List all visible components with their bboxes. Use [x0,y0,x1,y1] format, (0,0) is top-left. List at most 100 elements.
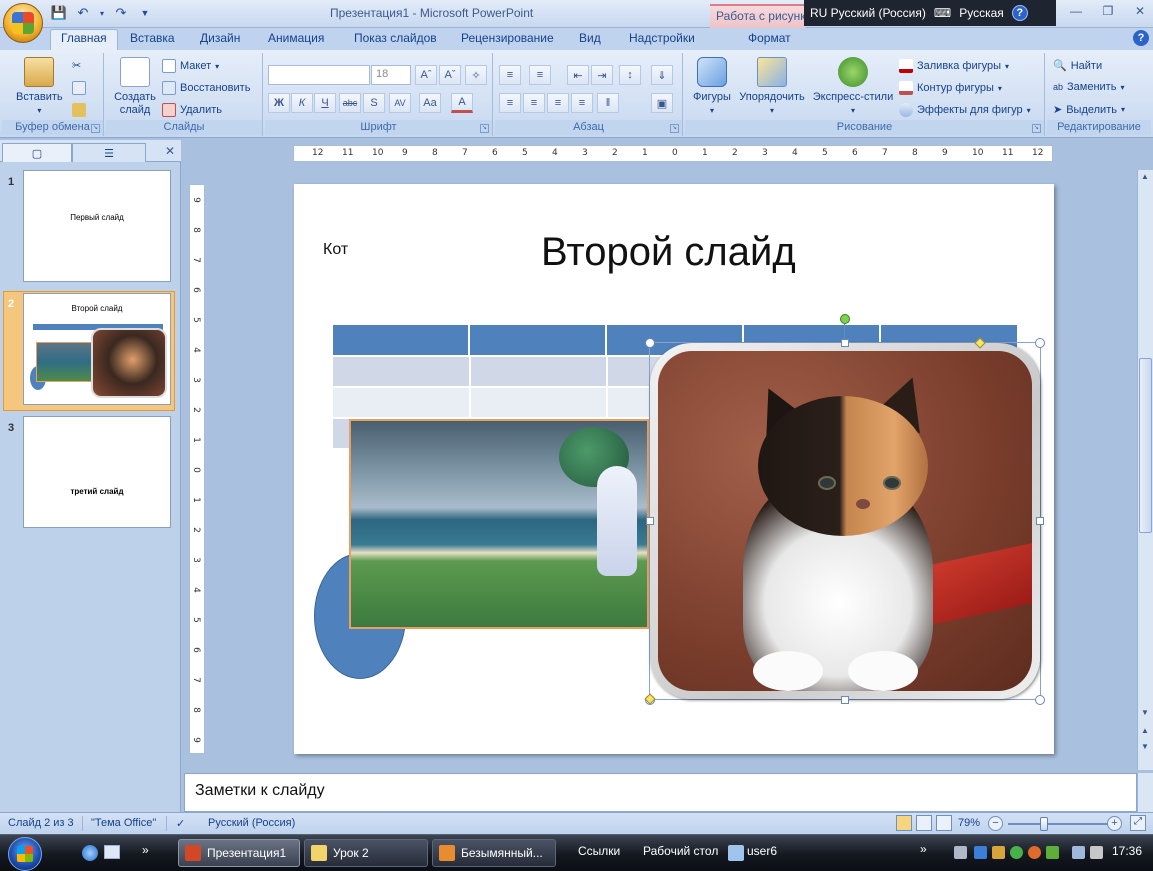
minimize-icon[interactable]: — [1067,2,1085,20]
dialog-launcher-icon[interactable]: ↘ [670,124,679,133]
tab-format[interactable]: Формат [748,31,791,50]
browser-quicklaunch-icon[interactable] [82,845,98,861]
align-center-button[interactable]: ≡ [523,93,545,113]
more-icon[interactable]: » [920,842,927,856]
shadow-button[interactable]: S [363,93,385,113]
strikethrough-button[interactable]: abc [339,93,361,113]
new-slide-button[interactable]: Создать слайд [110,57,160,117]
tab-review[interactable]: Рецензирование [461,31,554,50]
scrollbar-thumb[interactable] [1139,358,1152,533]
taskbar-button-powerpoint[interactable]: Презентация1 [178,839,300,867]
underline-button[interactable]: Ч [314,93,336,113]
find-button[interactable]: 🔍 Найти [1053,59,1102,73]
notes-pane[interactable]: Заметки к слайду [184,773,1137,812]
line-spacing-button[interactable]: ↕ [619,65,641,85]
office-button[interactable] [3,3,43,43]
resize-handle-left[interactable] [646,517,654,525]
change-case-button[interactable]: Aa [419,93,441,113]
increase-indent-button[interactable]: ⇥ [591,65,613,85]
tab-view[interactable]: Вид [579,31,601,50]
show-desktop-icon[interactable] [104,845,120,859]
slideshow-view-icon[interactable] [936,815,952,831]
format-painter-button[interactable] [72,103,86,117]
tray-icon[interactable] [1028,846,1041,859]
volume-icon[interactable] [992,846,1005,859]
dropdown-arrow-icon[interactable]: ▾ [98,5,106,21]
kitten-picture[interactable] [650,343,1040,699]
tab-insert[interactable]: Вставка [130,31,175,50]
tab-addins[interactable]: Надстройки [629,31,695,50]
user-folder[interactable]: user6 [747,844,777,858]
shapes-button[interactable]: Фигуры ▾ [690,57,734,117]
redo-icon[interactable]: ↷ [112,5,130,21]
numbering-button[interactable]: ≡ [529,65,551,85]
close-icon[interactable]: ✕ [1131,2,1149,20]
reset-button[interactable]: Восстановить [162,81,250,95]
zoom-level[interactable]: 79% [958,817,980,829]
tab-home[interactable]: Главная [50,29,118,50]
tab-slides[interactable]: ▢ [2,143,72,162]
zoom-out-icon[interactable]: − [988,816,1003,831]
language-status[interactable]: Русский (Россия) [208,817,295,829]
tab-slideshow[interactable]: Показ слайдов [354,31,437,50]
tray-icon[interactable] [954,846,967,859]
shrink-font-button[interactable]: Aˇ [439,65,461,85]
justify-button[interactable]: ≡ [571,93,593,113]
resize-handle-top-left[interactable] [645,338,655,348]
normal-view-icon[interactable] [896,815,912,831]
help-icon[interactable]: ? [1011,5,1028,21]
previous-slide-icon[interactable]: ▲ [1141,726,1149,735]
delete-slide-button[interactable]: Удалить [162,103,222,117]
tab-animation[interactable]: Анимация [268,31,324,50]
close-panel-icon[interactable]: ✕ [165,144,175,158]
spellcheck-icon[interactable]: ✓ [176,817,185,830]
dialog-launcher-icon[interactable]: ↘ [1032,124,1041,133]
shape-effects-button[interactable]: Эффекты для фигур ▾ [899,103,1031,117]
fit-to-window-icon[interactable]: ⤢ [1130,815,1146,831]
copy-button[interactable] [72,81,86,95]
slide-thumbnail-2[interactable]: Второй слайд [23,293,171,405]
keyboard-layout[interactable]: Русская [959,6,1004,20]
clear-formatting-button[interactable]: ✧ [465,65,487,85]
taskbar-button-untitled[interactable]: Безымянный... [432,839,556,867]
zoom-slider[interactable] [1008,823,1108,825]
network-icon[interactable] [1072,846,1085,859]
slide-thumbnail-1[interactable]: Первый слайд [23,170,171,282]
arrange-button[interactable]: Упорядочить ▾ [735,57,809,117]
speaker-icon[interactable] [1090,846,1103,859]
tray-icon[interactable] [1010,846,1023,859]
bluetooth-icon[interactable] [974,846,987,859]
select-button[interactable]: ➤ Выделить ▾ [1053,103,1125,117]
align-right-button[interactable]: ≡ [547,93,569,113]
resize-handle-top[interactable] [841,339,849,347]
cartoon-beach-picture[interactable] [349,419,649,629]
zoom-slider-knob[interactable] [1040,817,1048,831]
align-left-button[interactable]: ≡ [499,93,521,113]
tray-icon[interactable] [1046,846,1059,859]
font-size-box[interactable]: 18 [371,65,411,85]
character-spacing-button[interactable]: AV [389,93,411,113]
restore-icon[interactable]: ❐ [1099,2,1117,20]
quick-styles-button[interactable]: Экспресс-стили ▾ [811,57,895,117]
scroll-up-icon[interactable]: ▲ [1141,172,1149,181]
paste-button[interactable]: Вставить ▾ [16,57,63,117]
taskbar-button-lesson[interactable]: Урок 2 [304,839,428,867]
undo-icon[interactable]: ↶ [74,5,92,21]
slide-thumbnail-3[interactable]: третий слайд [23,416,171,528]
text-direction-button[interactable]: ⇓ [651,65,673,85]
scroll-down-icon[interactable]: ▼ [1141,708,1149,717]
start-button[interactable] [8,837,42,871]
italic-button[interactable]: К [291,93,313,113]
font-color-button[interactable]: A [451,93,473,113]
dialog-launcher-icon[interactable]: ↘ [91,124,100,133]
zoom-in-icon[interactable]: + [1107,816,1122,831]
next-slide-icon[interactable]: ▼ [1141,742,1149,751]
cut-button[interactable]: ✂ [72,59,81,72]
vertical-scrollbar[interactable]: ▲ ▼ ▲ ▼ [1137,170,1153,770]
desktop-toolbar[interactable]: Рабочий стол [643,844,718,858]
layout-button[interactable]: Макет ▾ [162,59,219,73]
resize-handle-top-right[interactable] [1035,338,1045,348]
shape-outline-button[interactable]: Контур фигуры ▾ [899,81,1002,95]
decrease-indent-button[interactable]: ⇤ [567,65,589,85]
columns-button[interactable]: ‖ [597,93,619,113]
